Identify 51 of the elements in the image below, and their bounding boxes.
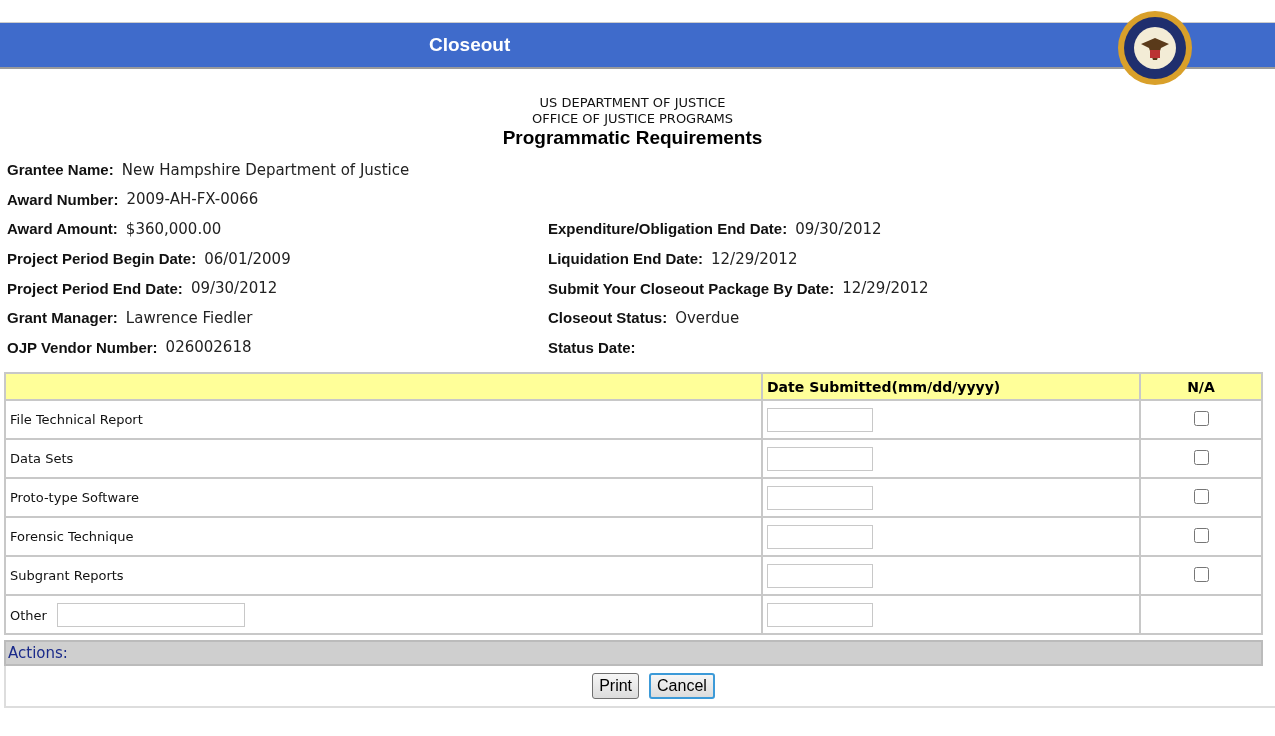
requirement-label: Other [10,607,47,623]
page-title: Closeout [429,34,511,56]
date-input-field[interactable] [767,563,873,588]
field-label: Project Period End Date: [7,279,183,297]
form-title: Programmatic Requirements [502,127,763,149]
field-label: OJP Vendor Number: [7,338,158,356]
na-checkbox[interactable] [1193,449,1209,465]
field-label: Status Date: [548,338,636,356]
column-header: Date Submitted(mm/dd/yyyy) [762,373,1140,401]
na-checkbox[interactable] [1193,410,1209,426]
field-value: 06/01/2009 [204,249,291,268]
field-label: Submit Your Closeout Package By Date: [548,279,835,297]
field-value: 09/30/2012 [190,279,278,298]
date-input-field[interactable] [767,524,873,549]
column-header: N/A [1140,373,1262,401]
requirement-label: Subgrant Reports [10,568,124,584]
cancel-button[interactable]: Cancel [649,673,715,700]
date-input-field[interactable] [767,407,873,432]
field-value: 12/29/2012 [711,249,798,268]
field-label: Award Number: [7,190,119,208]
requirement-label: Proto-type Software [10,490,140,506]
field-value: New Hampshire Department of Justice [121,160,410,179]
field-label: Grantee Name: [7,161,114,179]
requirement-label: File Technical Report [10,412,143,428]
field-label: Award Amount: [7,220,118,238]
field-value: 12/29/2012 [842,279,929,298]
department-name: US DEPARTMENT OF JUSTICE [539,95,726,111]
date-input-field[interactable] [767,485,873,510]
other-input-field[interactable] [56,602,245,627]
field-label: Grant Manager: [7,309,118,327]
seal-logo-icon [1117,10,1193,86]
date-input-field[interactable] [767,602,873,627]
field-value: Lawrence Fiedler [125,308,253,327]
na-checkbox[interactable] [1193,566,1209,582]
date-input-field[interactable] [767,446,873,471]
field-label: Expenditure/Obligation End Date: [548,220,788,238]
field-value: 2009-AH-FX-0066 [126,190,259,209]
na-checkbox[interactable] [1193,488,1209,504]
actions-title: Actions: [8,644,68,663]
office-name: OFFICE OF JUSTICE PROGRAMS [531,111,734,127]
field-label: Project Period Begin Date: [7,250,197,268]
field-value: 026002618 [165,338,252,357]
field-value: 09/30/2012 [795,220,882,238]
field-label: Closeout Status: [548,309,668,327]
print-button[interactable]: Print [592,673,640,700]
field-value: $360,000.00 [125,220,222,238]
requirement-label: Data Sets [10,451,74,467]
field-label: Liquidation End Date: [548,250,703,268]
na-checkbox[interactable] [1193,527,1209,543]
requirement-label: Forensic Technique [10,529,134,545]
field-value: Overdue [675,308,740,327]
